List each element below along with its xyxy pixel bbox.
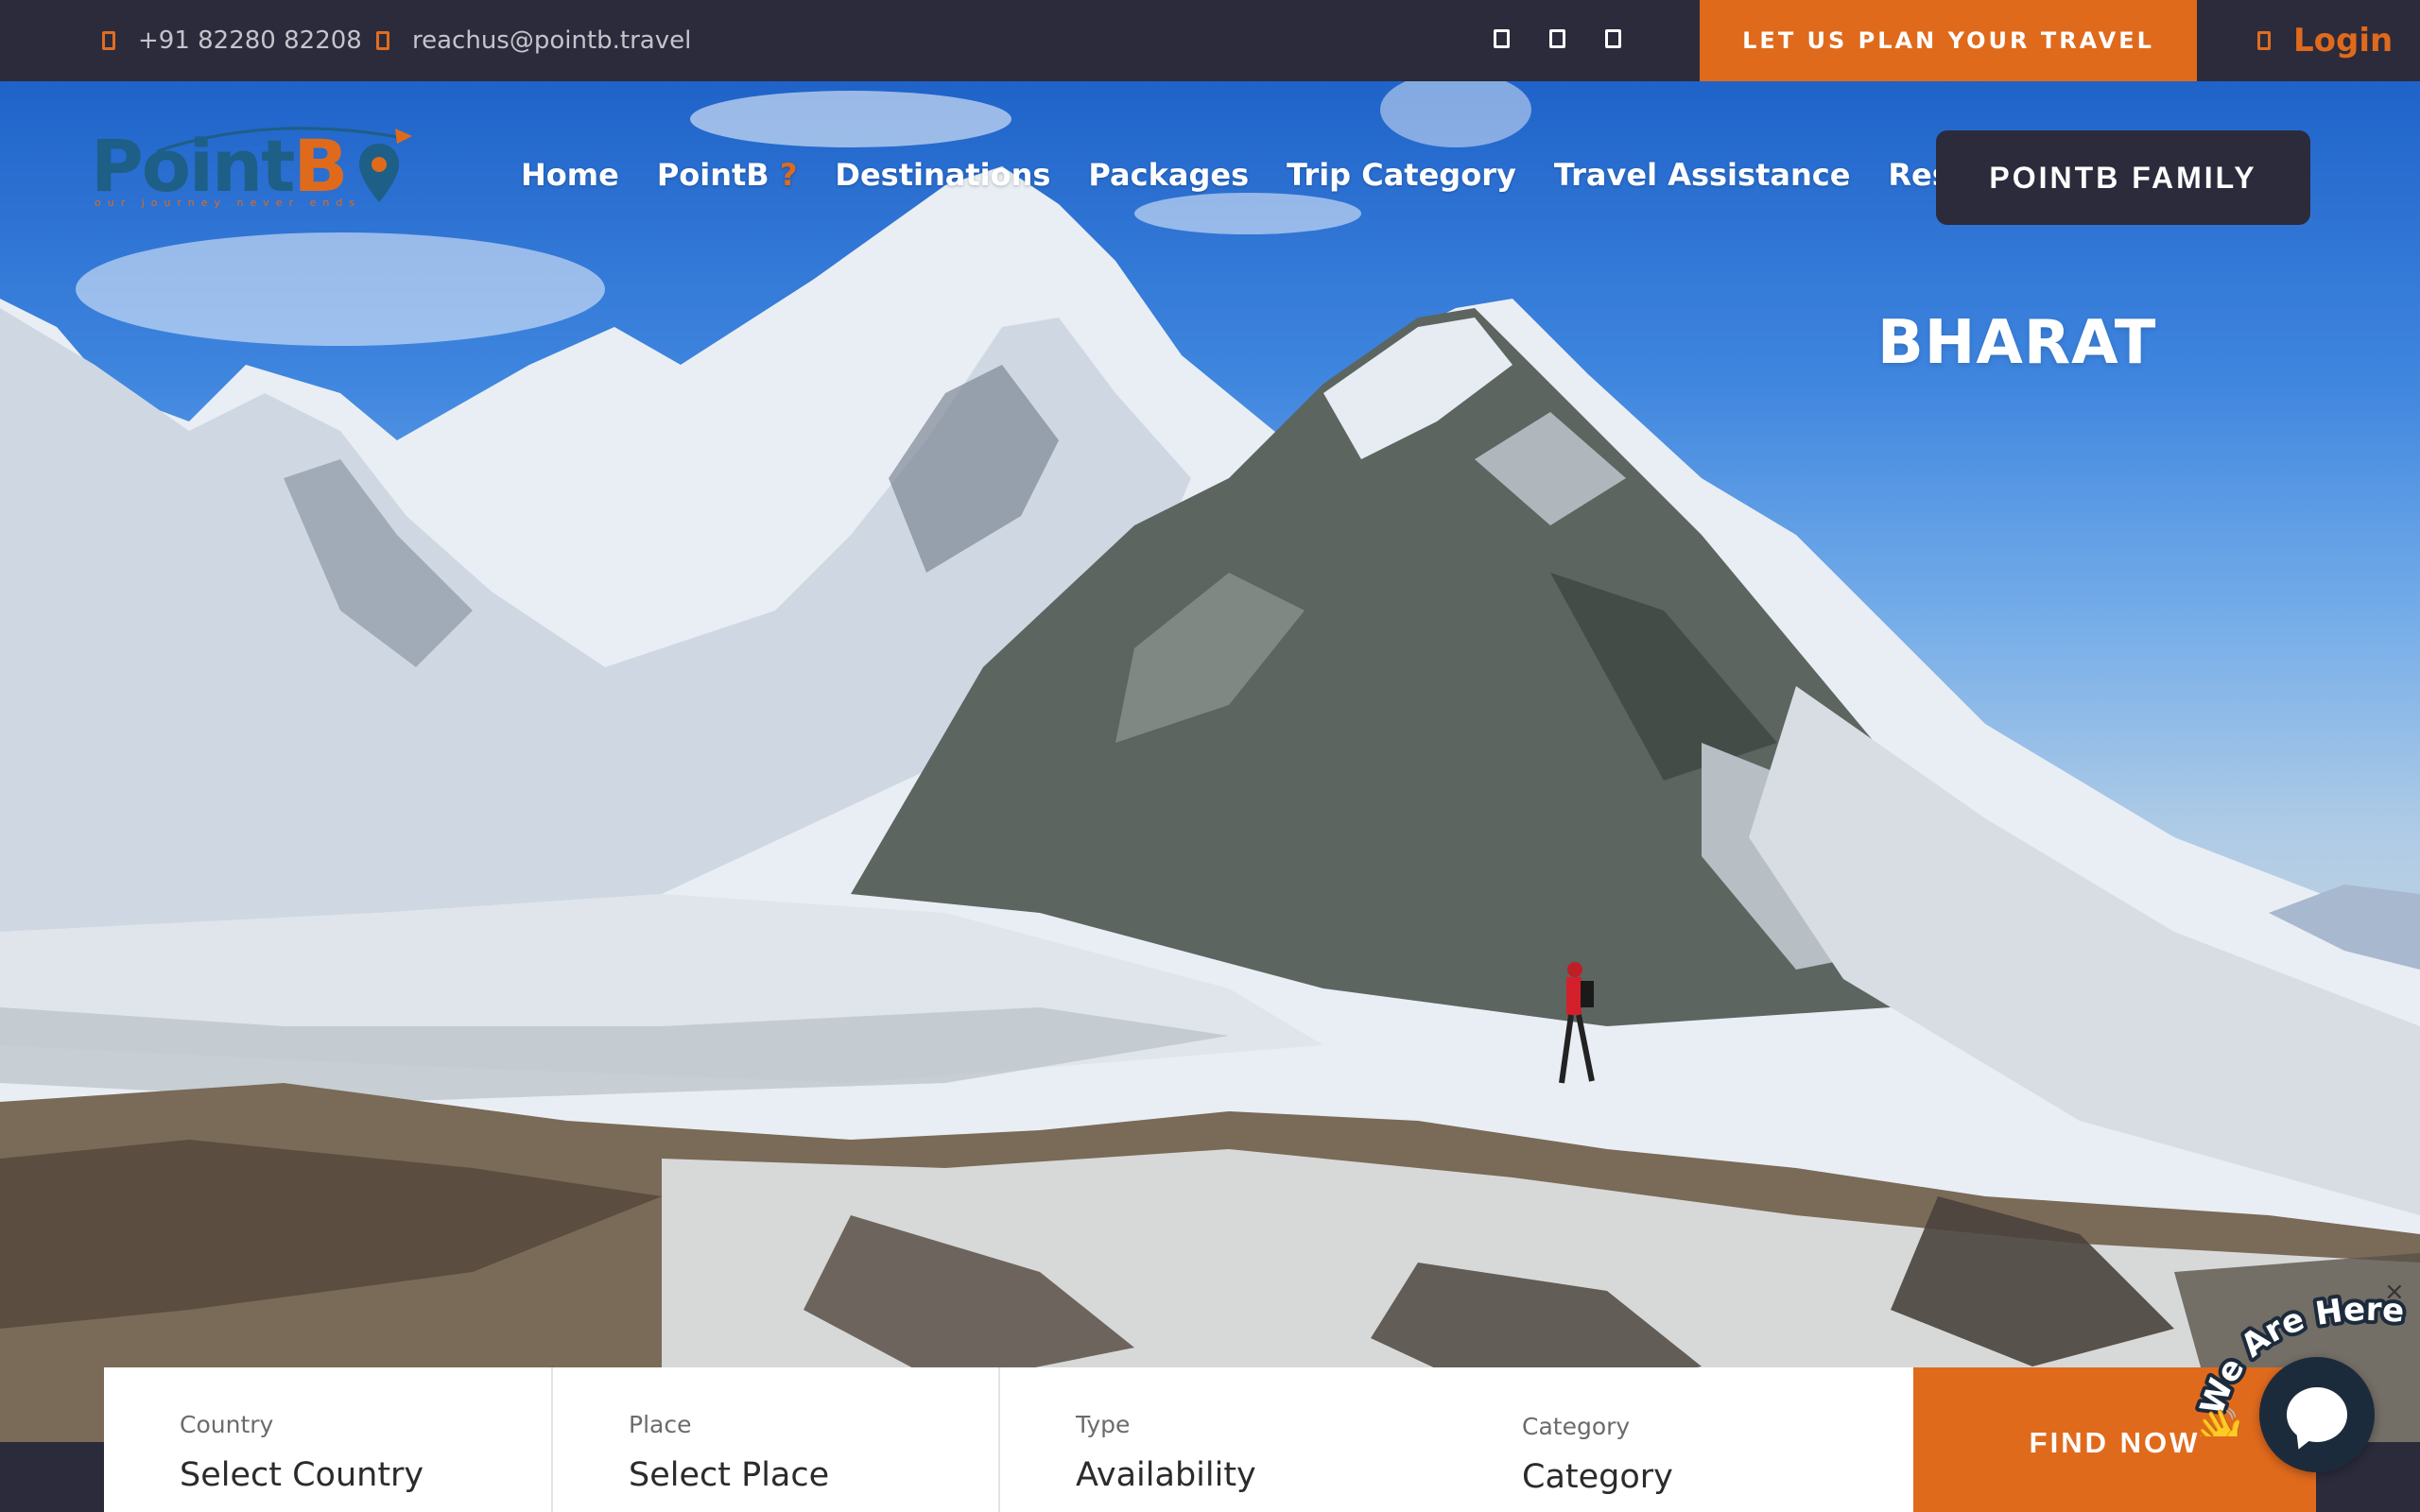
trip-search-panel: Country Select Country Place Select Plac… [104,1367,1913,1512]
chat-close-icon[interactable]: × [2384,1278,2405,1306]
nav-home[interactable]: Home [521,157,619,193]
plan-travel-button[interactable]: LET US PLAN YOUR TRAVEL [1700,0,2197,81]
facebook-icon[interactable] [1494,29,1510,48]
category-label: Category [1522,1413,1631,1440]
place-label: Place [629,1411,692,1438]
location-pin-icon [359,144,399,202]
country-select[interactable]: Country Select Country [104,1367,553,1512]
nav-destinations[interactable]: Destinations [835,157,1050,193]
nav-packages[interactable]: Packages [1088,157,1249,193]
chat-launcher-button[interactable] [2259,1357,2375,1472]
chat-bubble-icon [2287,1387,2347,1442]
place-select[interactable]: Place Select Place [553,1367,1000,1512]
hero-banner: BHARAT [0,81,2420,1442]
type-label: Type [1076,1411,1131,1438]
pointb-logo[interactable]: PointB our journey never ends [91,121,412,225]
type-value[interactable]: Availability [1076,1456,1256,1494]
phone-icon [102,31,115,50]
top-bar: +91 82280 82208 reachus@pointb.travel LE… [0,0,2420,81]
hero-overlay-text: BHARAT [1877,308,2157,378]
type-select[interactable]: Type Availability [1000,1367,1446,1512]
waving-hand-icon: 👋 [2193,1405,2247,1436]
user-icon [2257,31,2271,50]
nav-travel-assistance[interactable]: Travel Assistance [1554,157,1851,193]
email-icon [376,31,389,50]
place-value[interactable]: Select Place [629,1456,829,1494]
pointb-family-button[interactable]: POINTB FAMILY [1936,130,2310,225]
nav-pointb[interactable]: PointB ? [657,157,798,193]
login-link[interactable]: Login [2257,0,2393,81]
linkedin-icon[interactable] [1605,29,1621,48]
category-select[interactable]: Category Category [1446,1367,1913,1512]
phone-number[interactable]: +91 82280 82208 [138,26,362,55]
hero-mountain-image [0,81,2420,1442]
email-contact[interactable]: reachus@pointb.travel [376,0,691,81]
country-value[interactable]: Select Country [180,1456,424,1494]
logo-tagline: our journey never ends [95,197,362,209]
login-label[interactable]: Login [2293,22,2393,60]
main-nav: Home PointB ? Destinations Packages Trip… [521,146,2101,203]
category-value[interactable]: Category [1522,1458,1673,1496]
instagram-icon[interactable] [1549,29,1565,48]
country-label: Country [180,1411,274,1438]
phone-contact[interactable]: +91 82280 82208 [102,0,362,81]
email-address[interactable]: reachus@pointb.travel [412,26,691,55]
nav-trip-category[interactable]: Trip Category [1287,157,1516,193]
